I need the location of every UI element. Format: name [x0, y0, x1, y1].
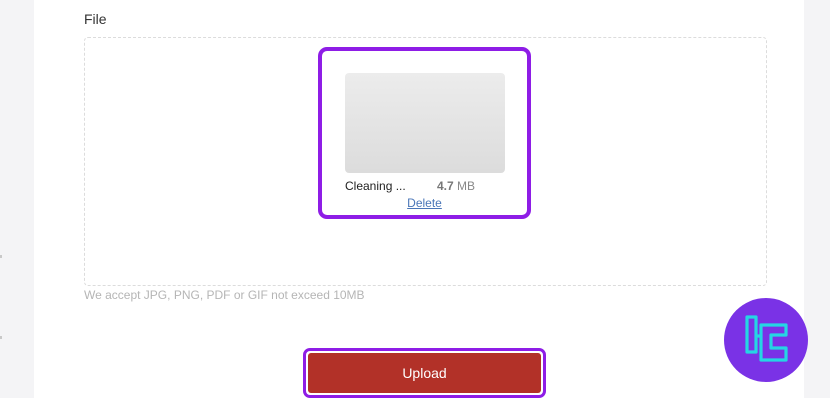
- page-edge-marker: [0, 255, 2, 258]
- tc-logo-icon: [724, 298, 808, 382]
- page-edge-marker: [0, 336, 2, 339]
- file-thumbnail: [345, 73, 505, 173]
- upload-button[interactable]: Upload: [308, 353, 541, 393]
- delete-file-link[interactable]: Delete: [322, 196, 527, 210]
- file-name: Cleaning ...: [345, 179, 406, 193]
- file-size-unit: MB: [457, 179, 476, 193]
- file-preview-card: Cleaning ... 4.7 MB Delete: [318, 47, 531, 219]
- upload-button-highlight: Upload: [303, 348, 546, 398]
- file-field-label: File: [84, 11, 107, 27]
- file-size-value: 4.7: [437, 179, 454, 193]
- file-size: 4.7 MB: [437, 179, 475, 193]
- file-type-hint: We accept JPG, PNG, PDF or GIF not excee…: [84, 288, 365, 302]
- tc-logo-glyph: [745, 315, 788, 362]
